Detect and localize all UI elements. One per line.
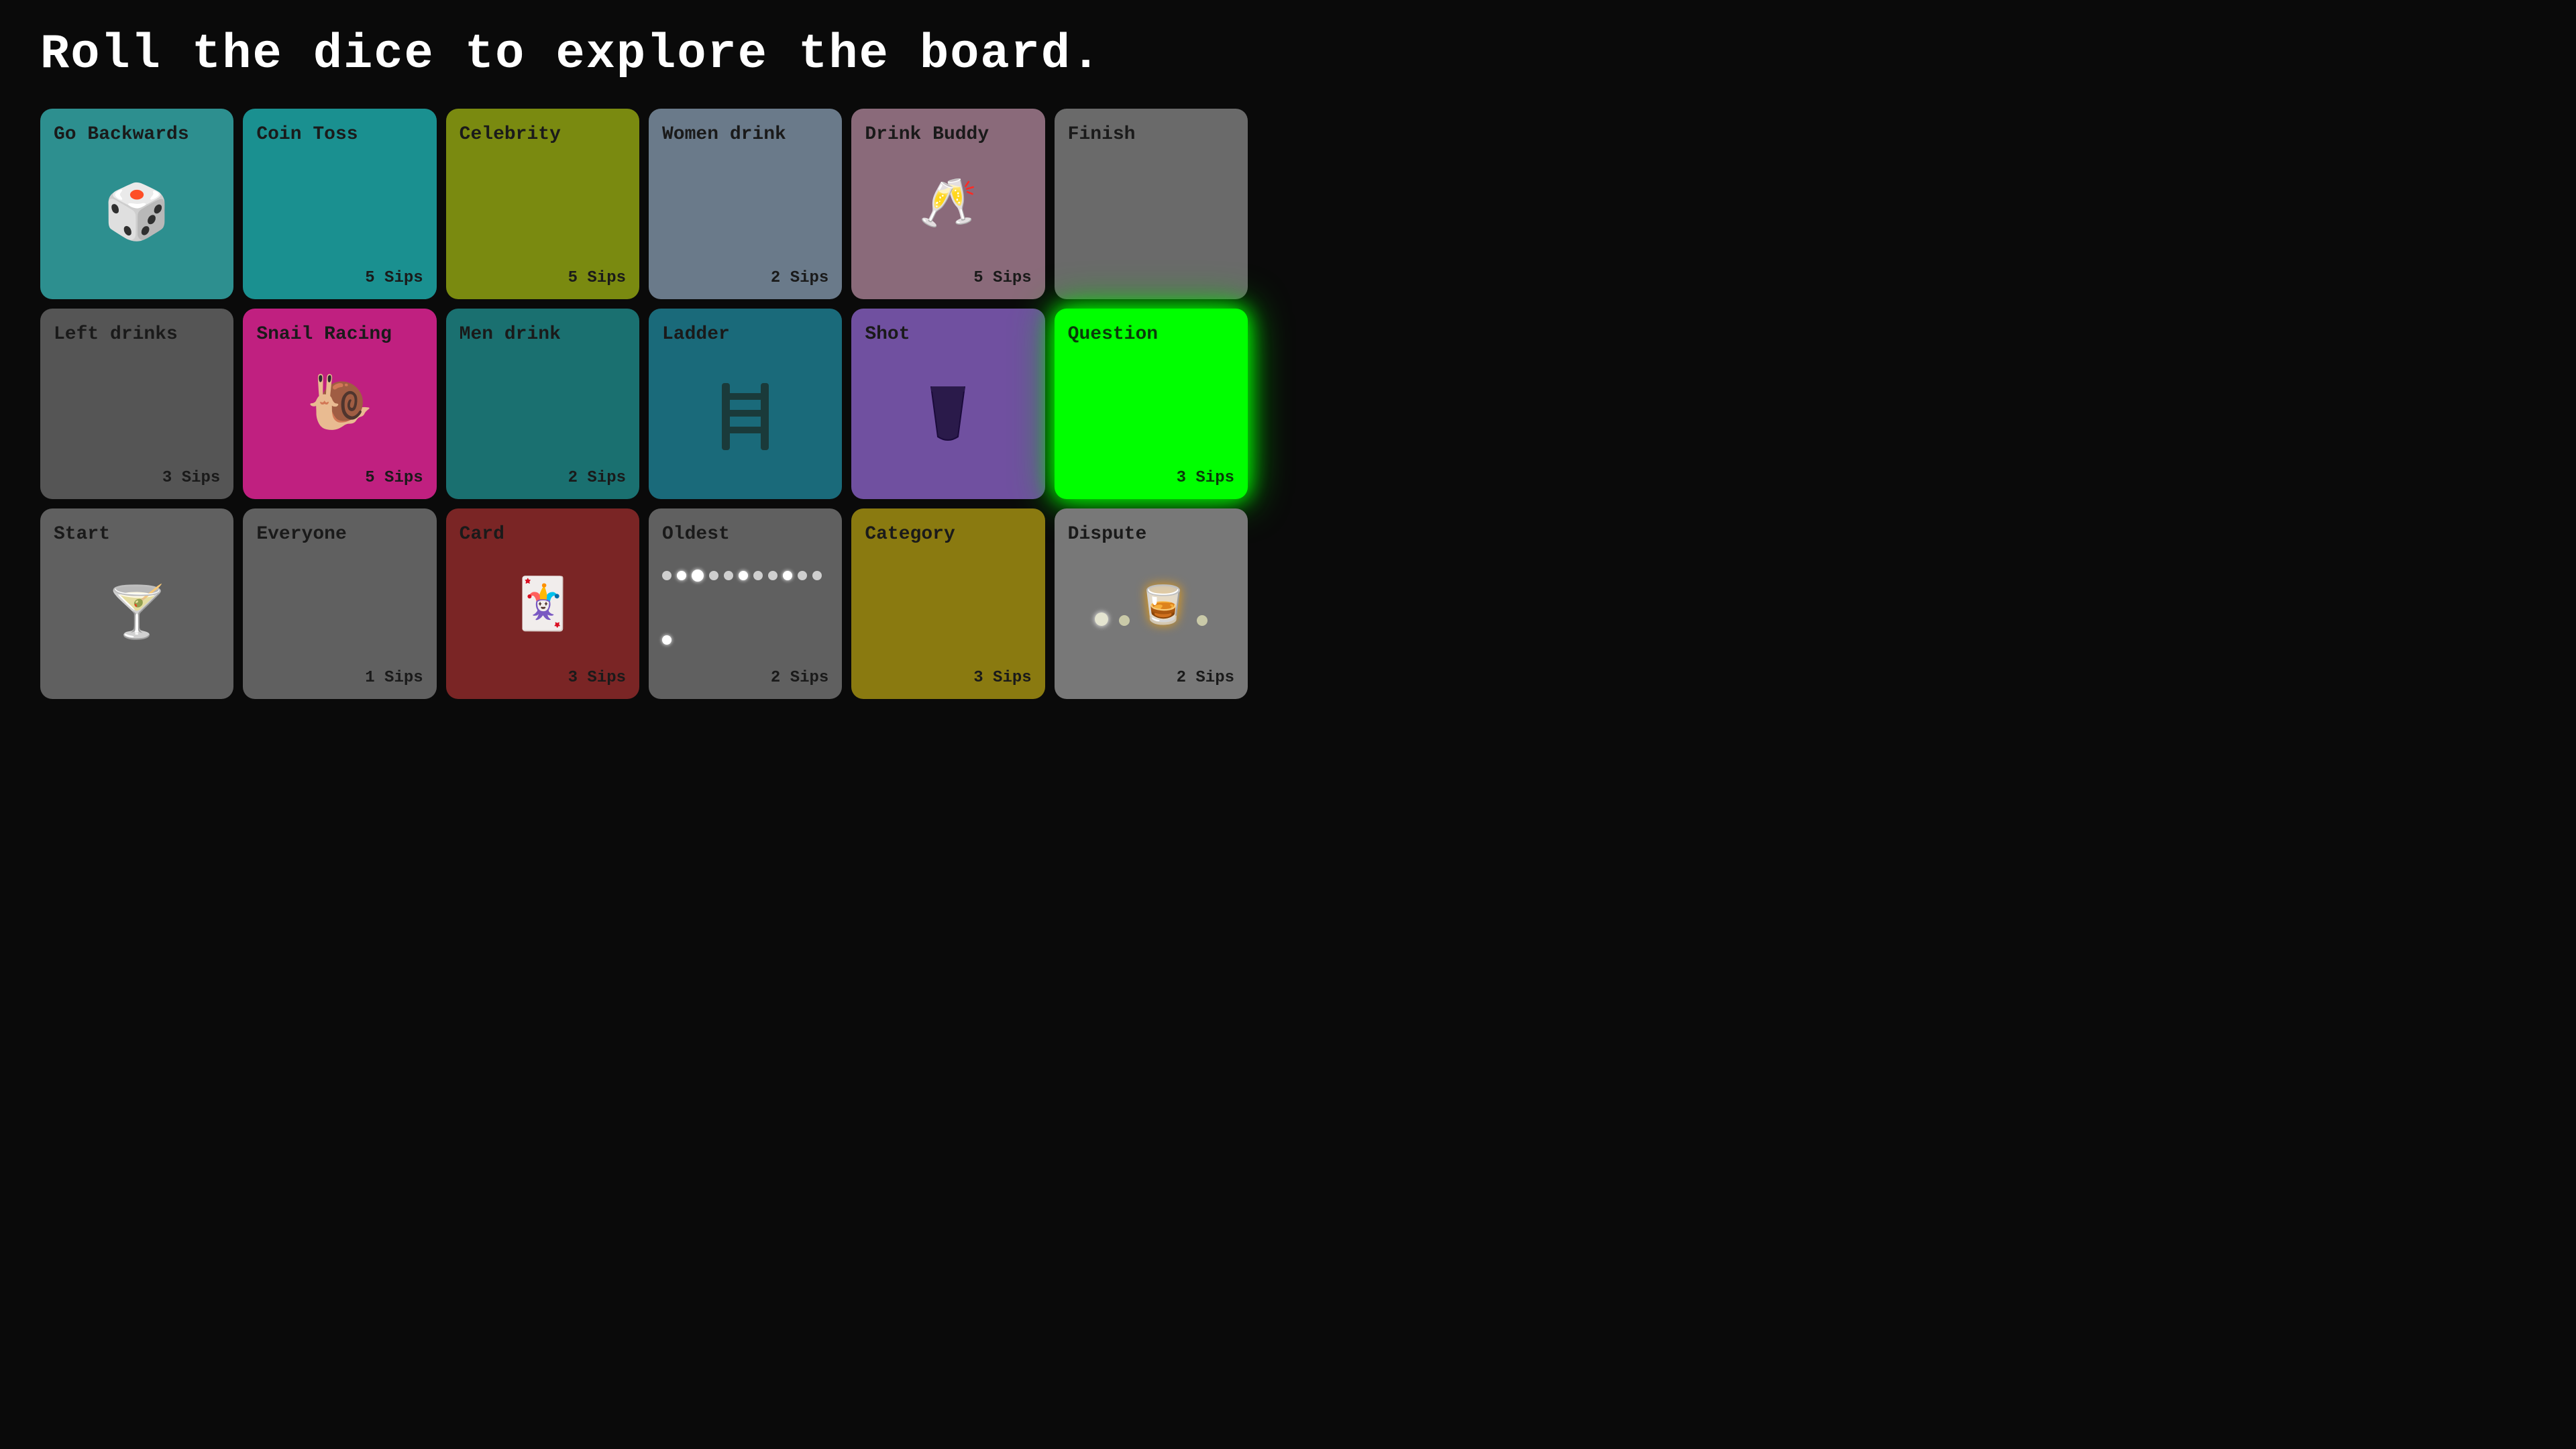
- card-title-men-drink: Men drink: [460, 323, 561, 346]
- coin-toss-icon: [256, 146, 423, 269]
- drink-buddy-icon: 🥂: [865, 146, 1031, 269]
- card-title-coin-toss: Coin Toss: [256, 123, 358, 146]
- left-drinks-icon: [54, 346, 220, 469]
- card-sips-dispute: 2 Sips: [1177, 669, 1234, 687]
- card-title-shot: Shot: [865, 323, 910, 346]
- category-icon: [865, 546, 1031, 669]
- card-question[interactable]: Question 3 Sips: [1055, 309, 1248, 499]
- card-sips-women-drink: 2 Sips: [771, 269, 828, 287]
- card-sips-celebrity: 5 Sips: [568, 269, 626, 287]
- card-title-go-backwards: Go Backwards: [54, 123, 189, 146]
- card-title-celebrity: Celebrity: [460, 123, 561, 146]
- card-sips-left-drinks: 3 Sips: [162, 469, 220, 487]
- celebrity-icon: [460, 146, 626, 269]
- card-title-oldest: Oldest: [662, 523, 730, 546]
- women-drink-icon: [662, 146, 828, 269]
- card-sips-snail-racing: 5 Sips: [365, 469, 423, 487]
- card-men-drink[interactable]: Men drink 2 Sips: [446, 309, 639, 499]
- card-finish[interactable]: Finish: [1055, 109, 1248, 299]
- card-title-card: Card: [460, 523, 504, 546]
- card-drink-buddy[interactable]: Drink Buddy 🥂 5 Sips: [851, 109, 1044, 299]
- card-card[interactable]: Card 🃏 3 Sips: [446, 508, 639, 699]
- card-sips-coin-toss: 5 Sips: [365, 269, 423, 287]
- card-title-dispute: Dispute: [1068, 523, 1147, 546]
- card-title-ladder: Ladder: [662, 323, 730, 346]
- card-title-drink-buddy: Drink Buddy: [865, 123, 989, 146]
- card-everyone[interactable]: Everyone 1 Sips: [243, 508, 436, 699]
- card-title-women-drink: Women drink: [662, 123, 786, 146]
- question-icon: [1068, 346, 1234, 469]
- page-title: Roll the dice to explore the board.: [0, 0, 1288, 95]
- dispute-icon: 🥃: [1068, 546, 1234, 669]
- card-title-everyone: Everyone: [256, 523, 346, 546]
- board-grid: Go Backwards 🎲 Coin Toss 5 Sips Celebrit…: [0, 95, 1288, 712]
- card-go-backwards[interactable]: Go Backwards 🎲: [40, 109, 233, 299]
- dice-icon: 🎲: [54, 146, 220, 287]
- card-title-finish: Finish: [1068, 123, 1136, 146]
- card-card-icon: 🃏: [460, 546, 626, 669]
- card-snail-racing[interactable]: Snail Racing 🐌 5 Sips: [243, 309, 436, 499]
- card-start[interactable]: Start 🍸: [40, 508, 233, 699]
- card-sips-men-drink: 2 Sips: [568, 469, 626, 487]
- card-title-left-drinks: Left drinks: [54, 323, 178, 346]
- card-sips-question: 3 Sips: [1177, 469, 1234, 487]
- men-drink-icon: [460, 346, 626, 469]
- card-title-question: Question: [1068, 323, 1158, 346]
- card-sips-category: 3 Sips: [973, 669, 1031, 687]
- card-oldest[interactable]: Oldest 2 Sips: [649, 508, 842, 699]
- card-title-snail-racing: Snail Racing: [256, 323, 392, 346]
- card-sips-drink-buddy: 5 Sips: [973, 269, 1031, 287]
- card-title-start: Start: [54, 523, 110, 546]
- oldest-dots: [662, 546, 828, 669]
- card-dispute[interactable]: Dispute 🥃 2 Sips: [1055, 508, 1248, 699]
- card-left-drinks[interactable]: Left drinks 3 Sips: [40, 309, 233, 499]
- card-sips-oldest: 2 Sips: [771, 669, 828, 687]
- snail-icon: 🐌: [256, 346, 423, 469]
- card-coin-toss[interactable]: Coin Toss 5 Sips: [243, 109, 436, 299]
- card-ladder[interactable]: Ladder: [649, 309, 842, 499]
- card-shot[interactable]: Shot: [851, 309, 1044, 499]
- card-category[interactable]: Category 3 Sips: [851, 508, 1044, 699]
- card-title-category: Category: [865, 523, 955, 546]
- card-women-drink[interactable]: Women drink 2 Sips: [649, 109, 842, 299]
- shot-icon: [865, 346, 1031, 487]
- ladder-icon: [662, 346, 828, 487]
- card-sips-everyone: 1 Sips: [365, 669, 423, 687]
- start-icon: 🍸: [54, 546, 220, 687]
- everyone-icon: [256, 546, 423, 669]
- finish-icon: [1068, 146, 1234, 287]
- card-sips-card: 3 Sips: [568, 669, 626, 687]
- card-celebrity[interactable]: Celebrity 5 Sips: [446, 109, 639, 299]
